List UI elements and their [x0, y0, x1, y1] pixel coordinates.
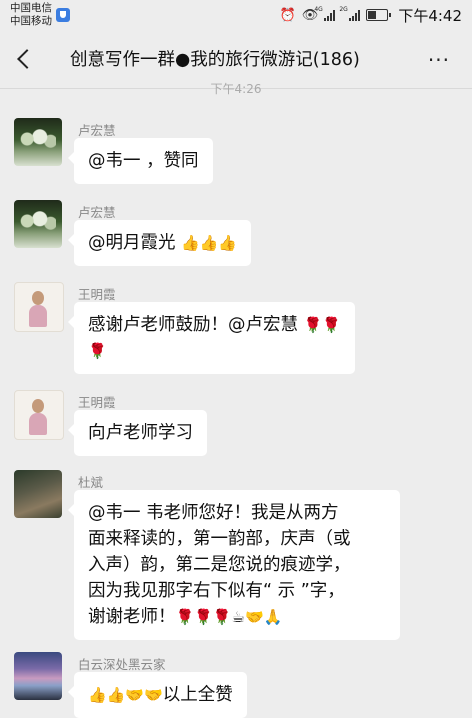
- sender-name: 卢宏慧: [78, 205, 116, 220]
- message-line: 入声）韵，第二是您说的痕迹学，: [88, 555, 351, 575]
- status-time: 下午4:42: [398, 6, 462, 25]
- avatar[interactable]: [14, 200, 62, 248]
- message-line: 面来释读的，第一韵部，庆声（或: [88, 529, 351, 549]
- message-text: 感谢卢老师鼓励！@卢宏慧: [88, 315, 304, 335]
- message-line: 因为我见那字右下似有“ 示 ”字，: [88, 581, 345, 601]
- avatar[interactable]: [14, 390, 64, 440]
- signal-2g-icon: 2G: [339, 6, 361, 21]
- message-bubble[interactable]: @明月霞光 👍👍👍: [67, 220, 252, 266]
- rose-emoji-icon: 🌹🌹: [303, 316, 341, 334]
- rose-emoji-icon: 🌹: [88, 342, 107, 360]
- avatar[interactable]: [14, 470, 62, 518]
- sender-name: 卢宏慧: [78, 123, 116, 138]
- message-text: @韦一 ，赞同: [88, 151, 199, 171]
- network-4g-label: 4G: [314, 6, 323, 13]
- message-text: @明月霞光: [88, 233, 182, 253]
- signal-4g-icon: 4G: [314, 6, 336, 21]
- message-bubble[interactable]: @韦一 韦老师您好！我是从两方 面来释读的，第一韵部，庆声（或 入声）韵，第二是…: [68, 490, 400, 640]
- alarm-icon: ⏰: [279, 7, 296, 23]
- avatar[interactable]: [14, 282, 64, 332]
- avatar[interactable]: [14, 118, 62, 166]
- message-bubble[interactable]: @韦一 ，赞同: [68, 138, 213, 184]
- message-line: 谢谢老师！: [88, 607, 176, 627]
- message-line: @韦一 韦老师您好！我是从两方: [88, 503, 339, 523]
- carrier-2: 中国移动: [10, 15, 52, 27]
- thumbs-up-emoji-icon: 👍👍👍: [181, 234, 238, 252]
- sender-name: 王明霞: [78, 395, 116, 410]
- shield-icon: [56, 8, 70, 22]
- chat-title: 创意写作一群●我的旅行微游记(186): [70, 50, 360, 70]
- avatar[interactable]: [14, 652, 62, 700]
- message-timestamp: 下午4:26: [210, 82, 262, 96]
- status-icons: ⏰ 👁 4G 2G 下午4:42: [279, 6, 462, 25]
- carrier-labels: 中国电信 中国移动: [10, 2, 52, 28]
- back-arrow-icon[interactable]: [10, 44, 40, 74]
- message-bubble[interactable]: 👍👍🤝🤝以上全赞: [68, 672, 247, 718]
- status-bar: 中国电信 中国移动 ⏰ 👁 4G 2G 下午4:42: [0, 0, 472, 30]
- emoji-group-icon: 🌹🌹🌹☕🤝🙏: [175, 608, 283, 626]
- sender-name: 白云深处黑云家: [78, 657, 166, 672]
- sender-name: 杜斌: [78, 475, 104, 490]
- message-bubble[interactable]: 向卢老师学习: [68, 410, 207, 456]
- thumbs-handshake-emoji-icon: 👍👍🤝🤝: [88, 686, 163, 704]
- more-options-icon[interactable]: ···: [428, 48, 450, 72]
- message-text: 向卢老师学习: [88, 423, 193, 443]
- network-2g-label: 2G: [339, 6, 348, 13]
- message-text: 以上全赞: [162, 685, 233, 705]
- sender-name: 王明霞: [78, 287, 116, 302]
- message-bubble[interactable]: 感谢卢老师鼓励！@卢宏慧 🌹🌹 🌹: [68, 302, 355, 374]
- battery-icon: [366, 9, 392, 21]
- carrier-1: 中国电信: [10, 2, 52, 14]
